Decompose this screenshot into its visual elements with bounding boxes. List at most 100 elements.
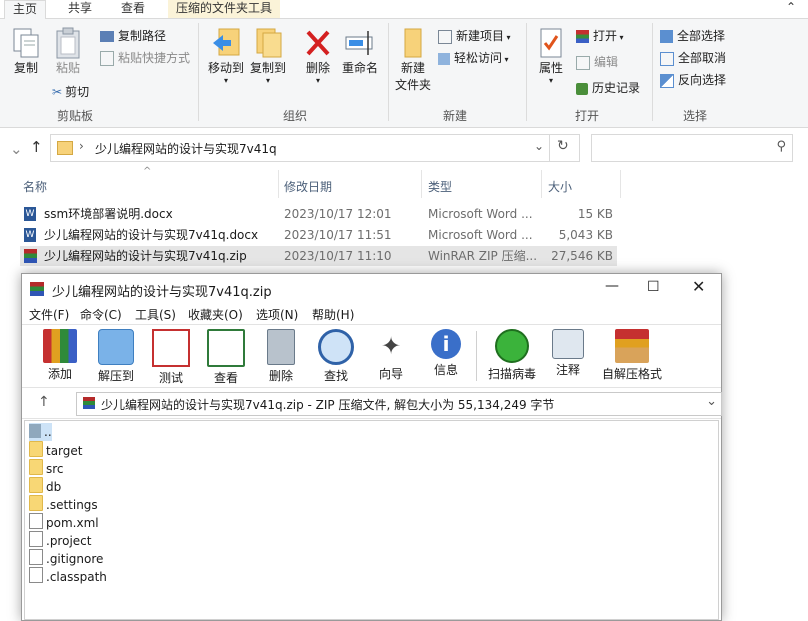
edit-icon bbox=[576, 55, 590, 70]
up-arrow-icon[interactable]: ↑ bbox=[38, 394, 50, 410]
winrar-path-field[interactable]: 少儿编程网站的设计与实现7v41q.zip - ZIP 压缩文件, 解包大小为 … bbox=[76, 392, 722, 416]
file-row[interactable]: W 少儿编程网站的设计与实现7v41q.docx 2023/10/17 11:5… bbox=[20, 225, 617, 245]
dropdown-arrow-icon[interactable]: ⌄ bbox=[10, 140, 23, 158]
new-group-label: 新建 bbox=[442, 109, 467, 123]
add-label: 添加 bbox=[47, 367, 72, 381]
menu-file[interactable]: 文件(F) bbox=[29, 306, 69, 323]
column-divider[interactable] bbox=[421, 170, 422, 198]
delete-button-winrar[interactable]: 删除 bbox=[253, 329, 309, 384]
file-name: 少儿编程网站的设计与实现7v41q.zip bbox=[44, 249, 247, 263]
delete-label-winrar: 删除 bbox=[268, 369, 293, 383]
easy-access-button[interactable]: 轻松访问 ▾ bbox=[438, 49, 509, 66]
up-arrow-icon[interactable]: ↑ bbox=[30, 138, 43, 156]
address-bar[interactable]: › 少儿编程网站的设计与实现7v41q ⌄ ↻ bbox=[50, 134, 580, 162]
address-dropdown-icon[interactable]: ⌄ bbox=[534, 139, 544, 153]
view-button[interactable]: 查看 bbox=[198, 329, 254, 386]
select-none-icon bbox=[660, 51, 674, 66]
list-item-parent[interactable]: .. bbox=[29, 423, 52, 441]
select-none-button[interactable]: 全部取消 bbox=[660, 49, 726, 66]
wizard-button[interactable]: ✦ 向导 bbox=[363, 329, 419, 382]
list-item[interactable]: .project bbox=[29, 531, 91, 549]
list-item[interactable]: pom.xml bbox=[29, 513, 99, 531]
file-icon bbox=[29, 567, 43, 583]
test-button[interactable]: 测试 bbox=[143, 329, 199, 386]
new-item-button[interactable]: 新建项目 ▾ bbox=[438, 27, 511, 44]
file-row-selected[interactable]: 少儿编程网站的设计与实现7v41q.zip 2023/10/17 11:10 W… bbox=[20, 246, 617, 266]
refresh-icon[interactable]: ↻ bbox=[557, 138, 569, 154]
dropdown-arrow-icon: ▾ bbox=[223, 76, 228, 85]
clipboard-icon bbox=[56, 27, 80, 59]
copy-to-button[interactable]: 复制到 ▾ bbox=[248, 27, 288, 85]
find-button[interactable]: 查找 bbox=[308, 329, 364, 384]
menu-help[interactable]: 帮助(H) bbox=[312, 306, 354, 323]
properties-label: 属性 bbox=[538, 61, 563, 75]
comment-icon bbox=[552, 329, 584, 359]
list-item[interactable]: db bbox=[29, 477, 61, 495]
invert-selection-label: 反向选择 bbox=[678, 73, 727, 87]
list-item[interactable]: .settings bbox=[29, 495, 98, 513]
ribbon-tab-bar: 主页 共享 查看 压缩的文件夹工具 ⌃ bbox=[0, 0, 808, 19]
find-label: 查找 bbox=[323, 369, 348, 383]
menu-options[interactable]: 选项(N) bbox=[256, 306, 298, 323]
close-icon[interactable]: ✕ bbox=[692, 277, 705, 296]
clipboard-group-label: 剪贴板 bbox=[56, 109, 93, 123]
item-name: .. bbox=[44, 425, 52, 439]
winrar-title-bar[interactable]: 少儿编程网站的设计与实现7v41q.zip — ☐ ✕ bbox=[22, 274, 721, 304]
rename-button[interactable]: 重命名 bbox=[340, 27, 380, 76]
comment-button[interactable]: 注释 bbox=[540, 329, 596, 378]
column-divider[interactable] bbox=[541, 170, 542, 198]
history-button[interactable]: 历史记录 bbox=[576, 79, 640, 96]
word-icon: W bbox=[24, 207, 36, 221]
item-name: db bbox=[46, 480, 62, 494]
column-header-date[interactable]: 修改日期 bbox=[284, 178, 332, 195]
list-item[interactable]: .classpath bbox=[29, 567, 107, 585]
paste-button[interactable]: 粘贴 bbox=[50, 27, 86, 76]
open-button[interactable]: 打开 ▾ bbox=[576, 27, 624, 44]
delete-button[interactable]: 删除 ▾ bbox=[300, 27, 336, 85]
delete-x-icon bbox=[306, 30, 330, 56]
copy-button[interactable]: 复制 bbox=[8, 27, 44, 76]
move-to-icon bbox=[213, 28, 240, 56]
maximize-icon[interactable]: ☐ bbox=[647, 279, 660, 295]
extract-to-button[interactable]: 解压到 bbox=[88, 329, 144, 384]
column-divider[interactable] bbox=[620, 170, 621, 198]
column-header-type[interactable]: 类型 bbox=[428, 178, 452, 195]
select-all-button[interactable]: 全部选择 bbox=[660, 27, 725, 44]
edit-button[interactable]: 编辑 bbox=[576, 53, 618, 70]
tab-home[interactable]: 主页 bbox=[4, 0, 47, 19]
minimize-icon[interactable]: — bbox=[605, 278, 619, 294]
path-dropdown-icon[interactable]: ⌄ bbox=[706, 394, 717, 409]
ribbon-collapse-icon[interactable]: ⌃ bbox=[786, 0, 796, 14]
tab-share[interactable]: 共享 bbox=[60, 0, 100, 18]
list-item[interactable]: src bbox=[29, 459, 64, 477]
list-item[interactable]: .gitignore bbox=[29, 549, 103, 567]
invert-selection-button[interactable]: 反向选择 bbox=[660, 71, 726, 88]
add-button[interactable]: 添加 bbox=[32, 329, 88, 382]
paste-shortcut-button[interactable]: 粘贴快捷方式 bbox=[100, 49, 190, 66]
properties-button[interactable]: 属性 ▾ bbox=[534, 27, 568, 85]
list-item[interactable]: target bbox=[29, 441, 83, 459]
column-divider[interactable] bbox=[278, 170, 279, 198]
column-header-name[interactable]: 名称 bbox=[23, 178, 47, 195]
copy-path-button[interactable]: 复制路径 bbox=[100, 27, 166, 44]
new-item-icon bbox=[438, 29, 452, 44]
copy-path-label: 复制路径 bbox=[118, 29, 167, 43]
search-icon: ⚲ bbox=[776, 139, 786, 154]
sort-ascending-icon: ^ bbox=[143, 166, 152, 177]
file-name: ssm环境部署说明.docx bbox=[44, 207, 173, 221]
folder-icon bbox=[29, 477, 43, 493]
column-header-size[interactable]: 大小 bbox=[548, 178, 572, 195]
menu-tools[interactable]: 工具(S) bbox=[135, 306, 176, 323]
file-row[interactable]: W ssm环境部署说明.docx 2023/10/17 12:01 Micros… bbox=[20, 204, 617, 224]
tab-view[interactable]: 查看 bbox=[113, 0, 153, 18]
info-button[interactable]: i 信息 bbox=[418, 329, 474, 378]
cut-button[interactable]: ✂ 剪切 bbox=[52, 83, 89, 100]
search-input[interactable]: ⚲ bbox=[591, 134, 793, 162]
tab-compressed-folder-tools[interactable]: 压缩的文件夹工具 bbox=[168, 0, 281, 18]
new-folder-button[interactable]: 新建 文件夹 bbox=[394, 27, 432, 93]
menu-favorites[interactable]: 收藏夹(O) bbox=[188, 306, 243, 323]
virus-scan-button[interactable]: 扫描病毒 bbox=[482, 329, 542, 382]
menu-commands[interactable]: 命令(C) bbox=[80, 306, 122, 323]
sfx-button[interactable]: 自解压格式 bbox=[598, 329, 666, 382]
move-to-button[interactable]: 移动到 ▾ bbox=[206, 27, 246, 85]
